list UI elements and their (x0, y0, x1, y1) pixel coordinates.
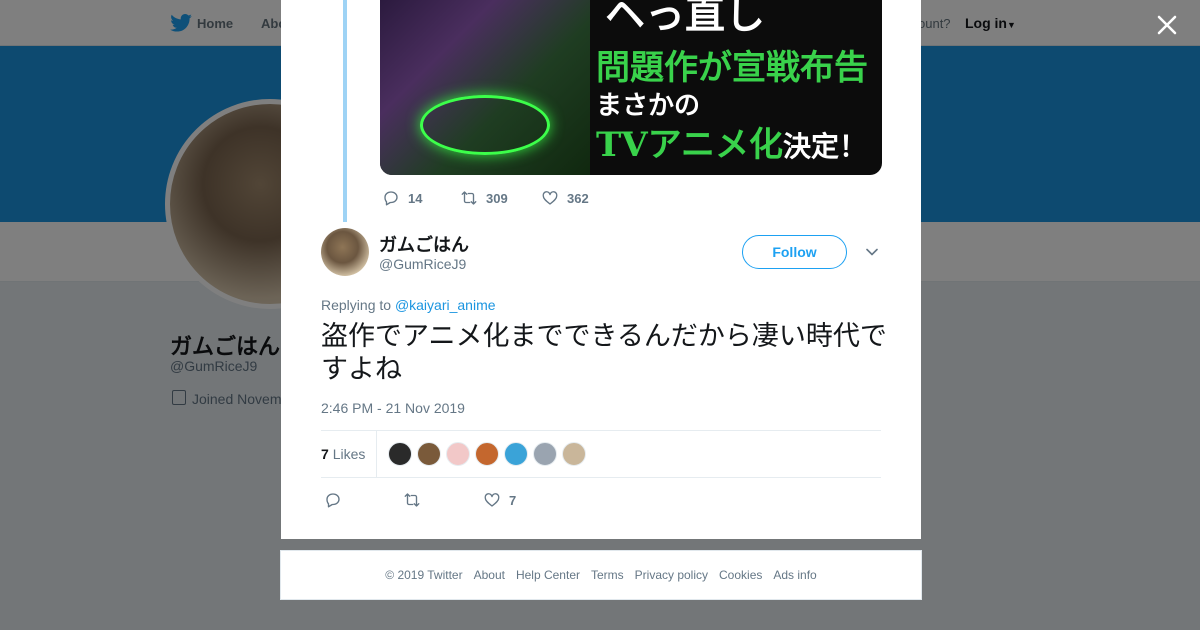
likes-number: 7 (321, 446, 329, 462)
replying-prefix: Replying to (321, 297, 392, 313)
chevron-down-icon[interactable] (865, 245, 879, 259)
replying-to-mention-link[interactable]: @kaiyari_anime (395, 297, 496, 313)
liker-avatar[interactable] (417, 442, 441, 466)
author-handle[interactable]: @GumRiceJ9 (379, 256, 466, 272)
liker-avatar[interactable] (562, 442, 586, 466)
magic-circle-graphic (420, 95, 550, 155)
tweet-stats: 7 Likes (321, 430, 881, 478)
liker-avatar[interactable] (475, 442, 499, 466)
parent-reply-action[interactable]: 14 (382, 188, 422, 208)
retweet-icon (404, 493, 420, 507)
liker-avatars (388, 442, 586, 466)
media-top-text: ヘっ直し (605, 0, 765, 38)
close-icon[interactable] (1152, 10, 1182, 40)
liker-avatar[interactable] (388, 442, 412, 466)
reply-action[interactable] (324, 490, 350, 510)
footer-link[interactable]: Help Center (516, 568, 580, 582)
follow-button[interactable]: Follow (742, 235, 847, 269)
parent-reply-count: 14 (408, 190, 423, 206)
footer-link[interactable]: Cookies (719, 568, 762, 582)
thread-connector-line (343, 0, 347, 222)
reply-icon (384, 191, 398, 206)
parent-retweet-count: 309 (486, 190, 508, 206)
parent-like-count: 362 (567, 190, 589, 206)
footer-link[interactable]: Ads info (773, 568, 816, 582)
tweet-timestamp[interactable]: 2:46 PM - 21 Nov 2019 (321, 400, 465, 416)
footer-link[interactable]: Terms (591, 568, 624, 582)
heart-icon (542, 191, 558, 205)
copyright-text: © 2019 Twitter (385, 568, 463, 582)
heart-icon (484, 493, 500, 507)
liker-avatar[interactable] (504, 442, 528, 466)
liker-avatar[interactable] (533, 442, 557, 466)
footer-link[interactable]: About (474, 568, 505, 582)
tweet-modal: ヘっ直し 問題作が宣戦布告 まさかの TVアニメ化決定！ 14 309 362 … (281, 0, 921, 539)
modal-footer: © 2019 Twitter About Help Center Terms Priva… (280, 550, 922, 600)
parent-tweet-media-image[interactable]: ヘっ直し 問題作が宣戦布告 まさかの TVアニメ化決定！ (380, 0, 882, 175)
media-announcement-main: TVアニメ化 (596, 125, 784, 165)
author-avatar[interactable] (321, 228, 369, 276)
tweet-text: 盗作でアニメ化までできるんだから凄い時代ですよね (321, 321, 887, 385)
author-name[interactable]: ガムごはん (379, 231, 469, 257)
media-announcement: TVアニメ化決定！ (596, 117, 867, 166)
parent-like-action[interactable]: 362 (541, 188, 589, 208)
like-action[interactable]: 7 (483, 490, 516, 510)
parent-retweet-action[interactable]: 309 (460, 188, 508, 208)
stats-divider (376, 431, 377, 478)
footer-link[interactable]: Privacy policy (635, 568, 708, 582)
retweet-action[interactable] (403, 490, 429, 510)
likes-label: Likes (332, 446, 366, 462)
likes-count-link[interactable]: 7 Likes (321, 446, 365, 462)
media-announcement-small: 決定！ (783, 130, 868, 163)
replying-to-line: Replying to @kaiyari_anime (321, 297, 496, 313)
media-headline: 問題作が宣戦布告 (596, 48, 868, 88)
like-count: 7 (509, 492, 517, 508)
reply-icon (326, 493, 340, 508)
anime-artwork (380, 0, 590, 175)
retweet-icon (461, 191, 477, 205)
liker-avatar[interactable] (446, 442, 470, 466)
